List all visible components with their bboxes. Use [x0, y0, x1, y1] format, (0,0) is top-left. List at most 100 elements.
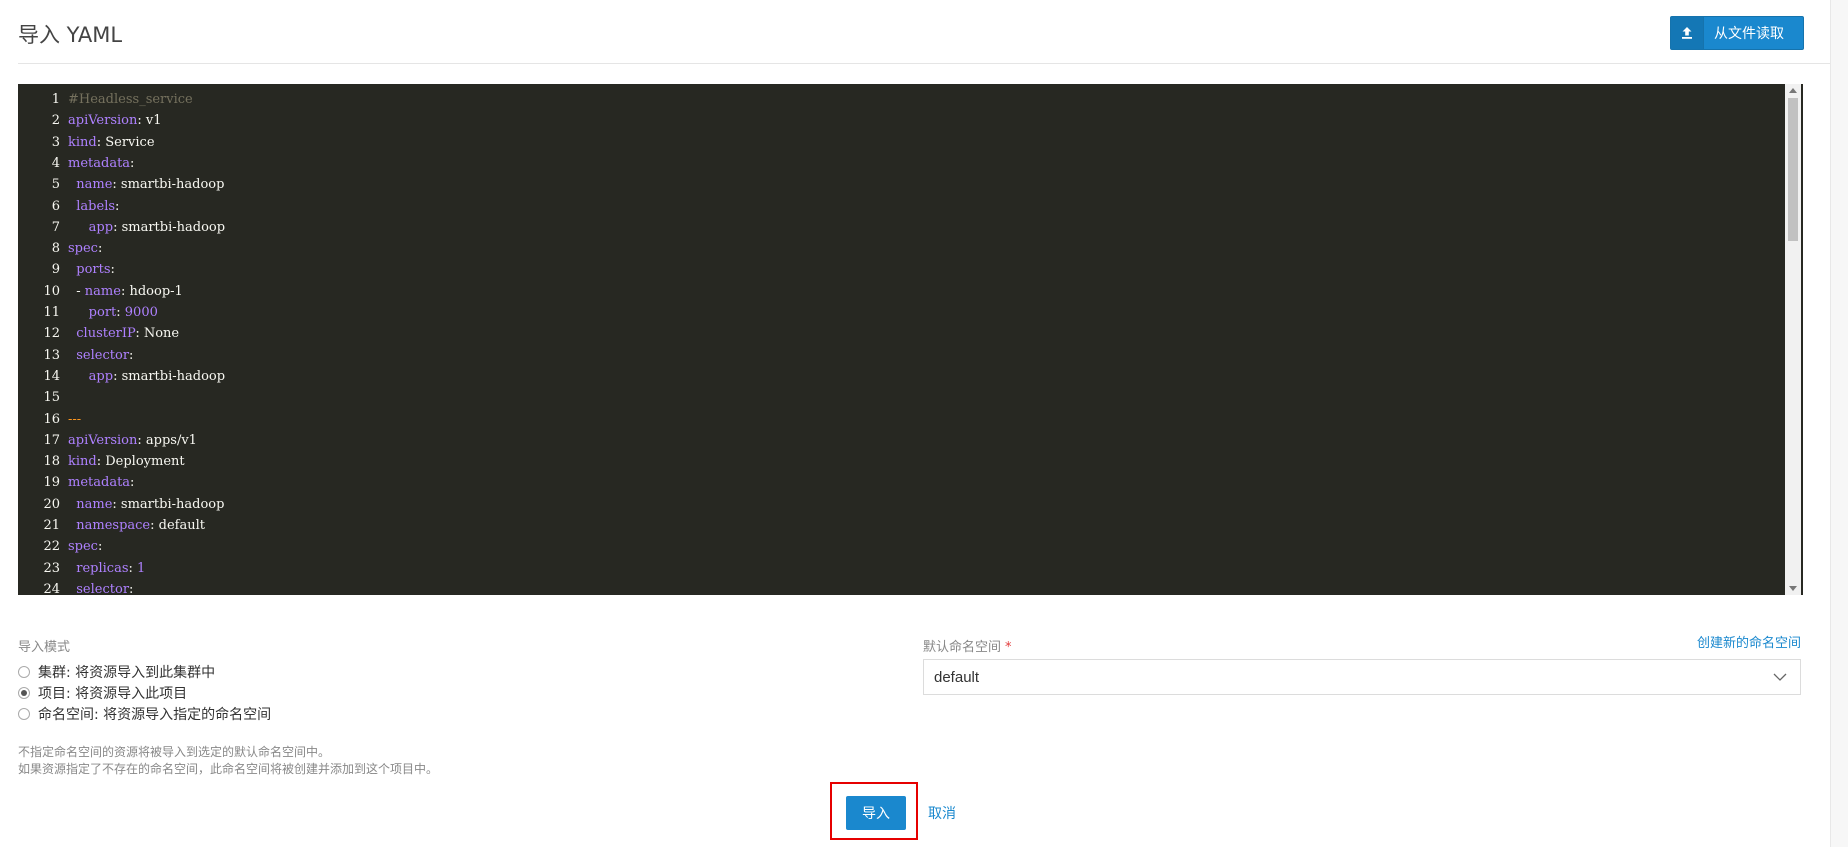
code-line[interactable]: 2 apiVersion: v1: [18, 110, 162, 131]
code-line[interactable]: 16 ---: [18, 409, 81, 430]
code-text: spec:: [68, 241, 103, 257]
read-from-file-button[interactable]: 从文件读取: [1670, 16, 1804, 50]
line-number: 11: [43, 305, 60, 320]
radio-namespace-label: 命名空间: 将资源导入指定的命名空间: [38, 707, 272, 723]
code-text: kind: Service: [68, 134, 155, 150]
code-line[interactable]: 22 spec:: [18, 536, 102, 557]
code-text: labels:: [76, 198, 120, 214]
code-text: app: smartbi-hadoop: [88, 219, 226, 235]
radio-cluster[interactable]: 集群: 将资源导入到此集群中: [18, 662, 215, 682]
code-line[interactable]: 7 app: smartbi-hadoop: [18, 217, 225, 238]
line-number: 6: [51, 198, 60, 214]
code-line[interactable]: 24 selector:: [18, 579, 133, 595]
scroll-up-arrow-icon[interactable]: [1789, 88, 1797, 93]
code-line[interactable]: 12 clusterIP: None: [18, 323, 179, 344]
line-number: 2: [51, 113, 60, 129]
create-namespace-link[interactable]: 创建新的命名空间: [1697, 632, 1801, 651]
line-number: 18: [43, 454, 60, 470]
import-mode-label: 导入模式: [18, 640, 71, 655]
radio-button[interactable]: [18, 666, 30, 678]
line-number: 5: [51, 177, 60, 193]
header-divider: [18, 63, 1830, 64]
code-text: selector:: [76, 347, 134, 363]
code-text: port: 9000: [88, 305, 158, 320]
line-number: 23: [43, 560, 60, 576]
line-number: 19: [43, 475, 60, 491]
code-line[interactable]: 19 metadata:: [18, 472, 134, 493]
code-text: clusterIP: None: [76, 326, 180, 342]
code-line[interactable]: 21 namespace: default: [18, 515, 205, 536]
line-number: 15: [43, 390, 60, 406]
code-text: apiVersion: v1: [68, 113, 162, 129]
line-number: 4: [51, 155, 60, 171]
code-text: #Headless_service: [68, 92, 193, 107]
code-line[interactable]: 1 #Headless_service: [18, 89, 193, 110]
line-number: 8: [51, 241, 60, 257]
upload-icon: [1671, 17, 1704, 49]
line-number: 10: [43, 283, 60, 299]
code-line[interactable]: 20 name: smartbi-hadoop: [18, 494, 224, 515]
line-number: 7: [51, 219, 60, 235]
code-text: selector:: [76, 581, 134, 595]
line-number: 9: [51, 262, 60, 278]
page-scrollbar[interactable]: [1830, 0, 1848, 847]
radio-button[interactable]: [18, 708, 30, 720]
line-number: 12: [43, 326, 60, 342]
code-line[interactable]: 23 replicas: 1: [18, 558, 145, 579]
code-text: - name: hdoop-1: [68, 283, 183, 299]
radio-cluster-label: 集群: 将资源导入到此集群中: [38, 665, 216, 681]
required-mark: *: [1005, 640, 1012, 655]
code-line[interactable]: 11 port: 9000: [18, 302, 158, 323]
default-namespace-label-text: 默认命名空间: [923, 640, 1002, 655]
code-line[interactable]: 8 spec:: [18, 238, 103, 259]
code-text: ports:: [76, 262, 115, 278]
cancel-link[interactable]: 取消: [928, 803, 956, 823]
page-title: 导入 YAML: [18, 23, 123, 47]
line-number: 3: [51, 134, 60, 150]
code-line[interactable]: 5 name: smartbi-hadoop: [18, 174, 225, 195]
code-text: ---: [68, 411, 82, 427]
code-line[interactable]: 13 selector:: [18, 345, 133, 366]
scroll-down-arrow-icon[interactable]: [1789, 586, 1797, 591]
code-line[interactable]: 4 metadata:: [18, 153, 135, 174]
radio-namespace[interactable]: 命名空间: 将资源导入指定的命名空间: [18, 704, 271, 724]
code-text: metadata:: [68, 155, 135, 171]
line-number: 1: [51, 92, 60, 107]
line-number: 17: [43, 432, 60, 448]
read-from-file-label: 从文件读取: [1714, 26, 1784, 42]
default-namespace-label: 默认命名空间 *: [923, 636, 1012, 655]
radio-button[interactable]: [18, 687, 30, 699]
code-text: name: smartbi-hadoop: [76, 177, 225, 193]
code-line[interactable]: 17 apiVersion: apps/v1: [18, 430, 197, 451]
code-line[interactable]: 15: [18, 387, 68, 408]
editor-scrollbar[interactable]: [1785, 84, 1801, 595]
import-button[interactable]: 导入: [846, 796, 906, 830]
code-line[interactable]: 10 - name: hdoop-1: [18, 281, 183, 302]
radio-project-label: 项目: 将资源导入此项目: [38, 686, 188, 702]
code-text: namespace: default: [76, 518, 205, 533]
line-number: 20: [43, 496, 60, 512]
code-text: spec:: [68, 539, 103, 555]
radio-project[interactable]: 项目: 将资源导入此项目: [18, 683, 187, 703]
code-line[interactable]: 9 ports:: [18, 259, 115, 280]
yaml-code-editor[interactable]: 1 #Headless_service 2 apiVersion: v1 3 kind: …: [18, 84, 1803, 595]
line-number: 13: [43, 347, 60, 363]
line-number: 22: [43, 539, 60, 555]
line-number: 14: [43, 368, 60, 384]
code-text: kind: Deployment: [68, 454, 185, 470]
hint-text: 如果资源指定了不存在的命名空间，此命名空间将被创建并添加到这个项目中。: [18, 762, 439, 776]
hint-text: 不指定命名空间的资源将被导入到选定的默认命名空间中。: [18, 745, 331, 759]
scrollbar-thumb[interactable]: [1788, 98, 1798, 241]
code-line[interactable]: 6 labels:: [18, 196, 120, 217]
code-text: name: smartbi-hadoop: [76, 496, 225, 512]
code-text: replicas: 1: [76, 560, 146, 576]
page-header: 导入 YAML 从文件读取: [0, 0, 1830, 63]
namespace-select[interactable]: default: [923, 659, 1801, 695]
code-line[interactable]: 3 kind: Service: [18, 132, 155, 153]
code-text: metadata:: [68, 475, 135, 491]
namespace-select-value: default: [934, 668, 980, 686]
code-line[interactable]: 14 app: smartbi-hadoop: [18, 366, 225, 387]
code-line[interactable]: 18 kind: Deployment: [18, 451, 185, 472]
code-text: app: smartbi-hadoop: [88, 368, 226, 384]
line-number: 21: [43, 518, 60, 533]
